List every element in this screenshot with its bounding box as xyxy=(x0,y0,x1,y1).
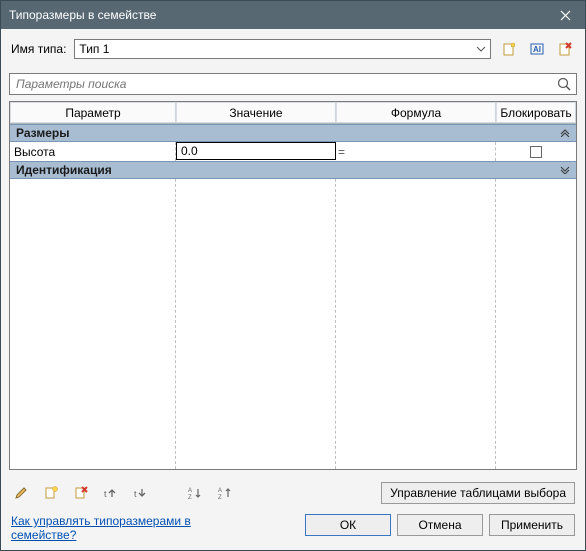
expand-icon xyxy=(560,166,570,174)
table-empty-area xyxy=(10,179,576,469)
type-name-label: Имя типа: xyxy=(11,42,66,56)
svg-text:A: A xyxy=(218,488,222,494)
move-down-button[interactable]: t xyxy=(131,483,151,503)
sort-asc-icon: A Z xyxy=(187,485,203,501)
svg-text:Z: Z xyxy=(218,495,222,501)
sort-desc-button[interactable]: A Z xyxy=(215,483,235,503)
svg-text:t: t xyxy=(134,489,137,499)
group-row-sizes[interactable]: Размеры xyxy=(10,124,576,142)
chevron-down-icon xyxy=(476,40,486,58)
sort-asc-button[interactable]: A Z xyxy=(185,483,205,503)
param-lock-cell[interactable] xyxy=(496,142,576,161)
add-param-button[interactable] xyxy=(41,483,61,503)
table-row: Высота 0.0 xyxy=(10,142,576,161)
group-label: Идентификация xyxy=(16,163,112,177)
type-name-select[interactable]: Тип 1 xyxy=(74,39,491,59)
manage-lookup-tables-button[interactable]: Управление таблицами выбора xyxy=(381,482,575,504)
sort-desc-icon: A Z xyxy=(217,485,233,501)
lock-checkbox[interactable] xyxy=(530,146,542,158)
svg-text:t: t xyxy=(104,489,107,499)
svg-text:Z: Z xyxy=(188,495,192,501)
param-formula-cell[interactable] xyxy=(336,142,496,161)
type-name-value: Тип 1 xyxy=(79,42,109,56)
svg-text:AI: AI xyxy=(533,45,541,54)
col-header-formula[interactable]: Формула xyxy=(336,102,496,123)
pencil-icon xyxy=(13,485,29,501)
ok-button[interactable]: ОК xyxy=(305,514,391,536)
move-up-button[interactable]: t xyxy=(101,483,121,503)
svg-text:A: A xyxy=(188,488,192,494)
param-value: 0.0 xyxy=(181,144,198,158)
collapse-icon xyxy=(560,129,570,137)
search-input[interactable] xyxy=(14,76,556,92)
cancel-button[interactable]: Отмена xyxy=(397,514,483,536)
col-header-value[interactable]: Значение xyxy=(176,102,336,123)
group-label: Размеры xyxy=(16,126,69,140)
delete-param-button[interactable] xyxy=(71,483,91,503)
close-button[interactable] xyxy=(545,1,585,29)
group-row-identification[interactable]: Идентификация xyxy=(10,161,576,179)
table-header: Параметр Значение Формула Блокировать xyxy=(10,102,576,124)
col-header-parameter[interactable]: Параметр xyxy=(10,102,176,123)
parameters-table: Параметр Значение Формула Блокировать Ра… xyxy=(9,101,577,470)
add-param-icon xyxy=(43,485,59,501)
delete-param-icon xyxy=(73,485,89,501)
titlebar: Типоразмеры в семействе xyxy=(1,1,585,29)
search-icon xyxy=(556,76,572,92)
rename-type-icon: AI xyxy=(529,41,545,57)
search-box[interactable] xyxy=(9,73,577,95)
help-link[interactable]: Как управлять типоразмерами в семействе? xyxy=(11,514,211,542)
window-title: Типоразмеры в семействе xyxy=(9,8,545,22)
param-name-cell[interactable]: Высота xyxy=(10,142,176,161)
col-header-lock[interactable]: Блокировать xyxy=(496,102,576,123)
edit-button[interactable] xyxy=(11,483,31,503)
new-type-icon xyxy=(501,41,517,57)
delete-type-icon xyxy=(557,41,573,57)
new-type-button[interactable] xyxy=(499,39,519,59)
delete-type-button[interactable] xyxy=(555,39,575,59)
apply-button[interactable]: Применить xyxy=(489,514,575,536)
rename-type-button[interactable]: AI xyxy=(527,39,547,59)
param-value-cell[interactable]: 0.0 xyxy=(176,142,336,160)
move-up-icon: t xyxy=(103,485,119,501)
close-icon xyxy=(560,10,571,21)
move-down-icon: t xyxy=(133,485,149,501)
